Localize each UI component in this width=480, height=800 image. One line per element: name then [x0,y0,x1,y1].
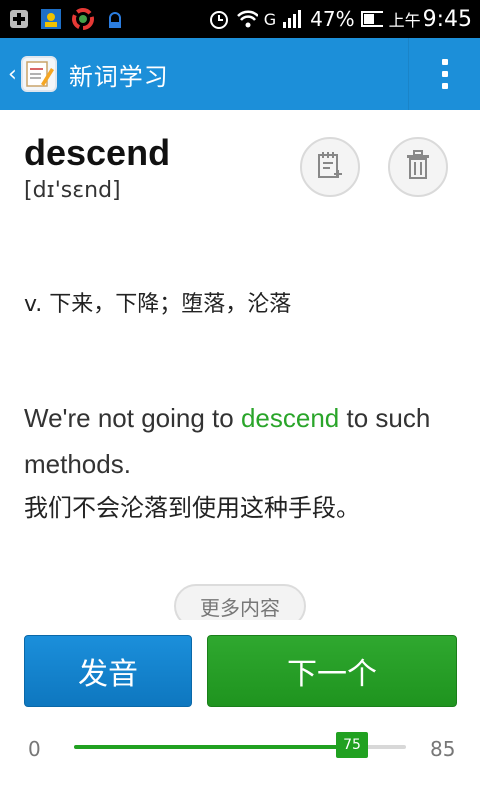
clock: 上午9:45 [388,6,472,32]
progress-max-label: 85 [430,737,456,761]
wifi-icon [236,8,258,30]
word-phonetic: [dɪ'sɛnd] [24,178,121,203]
bluetooth-tag-icon [104,8,126,30]
delete-button[interactable] [388,137,448,197]
status-bar: G 47% 上午9:45 [0,0,480,38]
add-icon [8,8,30,30]
back-button[interactable]: ‹ [0,38,57,110]
progress-fill [74,745,367,749]
overflow-menu-button[interactable] [408,38,480,110]
add-to-notebook-button[interactable] [300,137,360,197]
battery-icon [360,8,383,30]
progress-min-label: 0 [28,737,41,761]
next-word-button[interactable]: 下一个 [207,635,457,707]
contact-card-icon [40,8,62,30]
example-sentence: We're not going to descend to such metho… [24,403,431,479]
more-vertical-icon [441,59,448,89]
word-definition: v. 下来，下降；堕落，沦落 [24,292,292,317]
chevron-left-icon: ‹ [8,61,17,87]
word-headword: descend [24,132,171,173]
progress-thumb[interactable]: 75 [336,732,368,758]
app-bar: ‹ 新词学习 [0,38,480,110]
pronounce-button[interactable]: 发音 [24,635,192,707]
trash-icon [404,150,432,184]
app-logo-icon [20,56,57,92]
app-launcher-icon [72,8,94,30]
example-translation: 我们不会沦落到使用这种手段。 [24,494,360,522]
battery-percent: 47% [310,7,355,31]
network-type: G [263,9,277,29]
alarm-icon [208,8,230,30]
notebook-add-icon [315,150,345,184]
example-highlight: descend [240,403,340,433]
page-title: 新词学习 [68,62,169,91]
progress-slider[interactable]: 75 [74,732,406,758]
signal-icon [282,8,304,30]
